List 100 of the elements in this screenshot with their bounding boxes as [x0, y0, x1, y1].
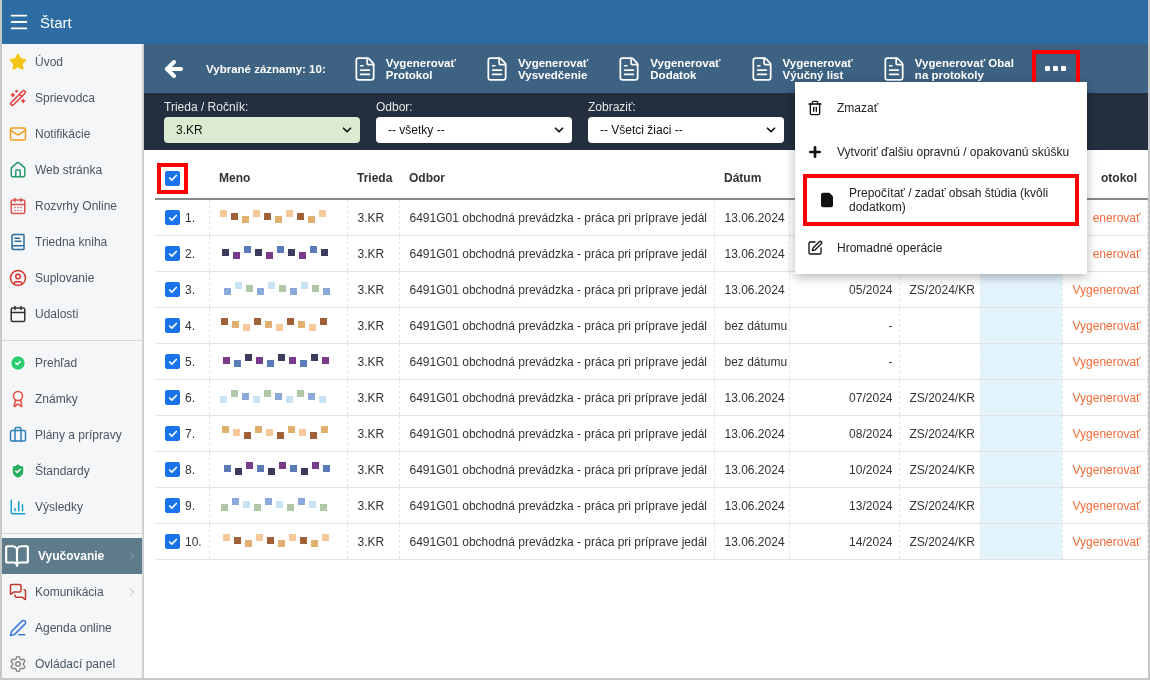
- row-number: 1.: [185, 210, 195, 225]
- table-cell: 10/2024: [849, 462, 893, 477]
- column-header: otokol: [1101, 171, 1137, 185]
- table-cell: 6491G01 obchodná prevádzka - práca pri príprave jedál: [409, 534, 708, 549]
- generate-button[interactable]: Vygenerovať Protokol: [351, 55, 456, 82]
- calendar-icon: [9, 197, 27, 215]
- briefcase-icon: [9, 426, 27, 444]
- sidebar-item[interactable]: Suplovanie: [2, 260, 142, 296]
- plus-icon: [807, 144, 823, 160]
- row-checkbox[interactable]: [165, 210, 180, 225]
- check-icon: [167, 248, 178, 259]
- filter-label: Trieda / Ročník:: [164, 100, 250, 114]
- check-icon: [167, 392, 178, 403]
- column-header: Trieda: [357, 171, 393, 185]
- sidebar-item[interactable]: Notifikácie: [2, 116, 142, 152]
- chat-bubbles-icon: [9, 583, 27, 601]
- sidebar-item[interactable]: Agenda online: [2, 610, 142, 646]
- shield-check-icon: [9, 462, 27, 480]
- row-checkbox[interactable]: [165, 498, 180, 513]
- table-cell: 13.06.2024: [724, 426, 785, 441]
- menu-item[interactable]: Hromadné operácie: [795, 226, 1087, 270]
- row-checkbox[interactable]: [165, 246, 180, 261]
- menu-item[interactable]: Vytvoriť ďalšiu opravnú / opakovanú skúšku: [795, 130, 1087, 174]
- generate-button[interactable]: Vygenerovať Výučný list: [748, 55, 853, 82]
- check-icon: [167, 536, 178, 547]
- table-cell: 13.06.2024: [724, 462, 785, 477]
- table-cell: -: [888, 354, 893, 369]
- column-header: Odbor: [409, 171, 445, 185]
- check-icon: [167, 212, 178, 223]
- table-cell: 13.06.2024: [724, 246, 785, 261]
- generate-button[interactable]: Vygenerovať Dodatok: [616, 55, 721, 82]
- table-cell: ZS/2024/KR: [909, 462, 975, 477]
- table-cell: 3.KR: [357, 246, 385, 261]
- sidebar-item[interactable]: Sprievodca: [2, 80, 142, 116]
- edit-icon: [807, 240, 823, 256]
- column-header: Dátum: [724, 171, 762, 185]
- filter-select[interactable]: 3.KR: [164, 117, 360, 143]
- table-cell: 13.06.2024: [724, 534, 785, 549]
- check-icon: [167, 464, 178, 475]
- table-cell: 3.KR: [357, 498, 385, 513]
- settings-icon: [9, 655, 27, 673]
- table-cell: 3.KR: [357, 534, 385, 549]
- magic-wand-icon: [9, 89, 27, 107]
- row-number: 5.: [185, 354, 195, 369]
- pen-icon: [9, 619, 27, 637]
- book-icon: [9, 233, 27, 251]
- check-circle-icon: [9, 354, 27, 372]
- table-cell: bez dátumu: [724, 354, 788, 369]
- menu-item[interactable]: Prepočítať / zadať obsah štúdia (kvôli dodatkom): [803, 174, 1079, 226]
- table-cell: 6491G01 obchodná prevádzka - práca pri príprave jedál: [409, 354, 708, 369]
- check-icon: [167, 284, 178, 295]
- row-checkbox[interactable]: [165, 354, 180, 369]
- star-icon: [9, 53, 27, 71]
- table-cell: 13.06.2024: [724, 498, 785, 513]
- sidebar-item[interactable]: Vyučovanie: [2, 538, 142, 574]
- row-checkbox[interactable]: [165, 426, 180, 441]
- table-cell: 6491G01 obchodná prevádzka - práca pri príprave jedál: [409, 246, 708, 261]
- bar-chart-icon: [9, 498, 27, 516]
- table-cell: 13.06.2024: [724, 390, 785, 405]
- generate-button[interactable]: Vygenerovať Obal na protokoly: [880, 55, 1014, 82]
- table-cell: 6491G01 obchodná prevádzka - práca pri príprave jedál: [409, 282, 708, 297]
- filter-label: Odbor:: [376, 100, 414, 114]
- select-all-checkbox[interactable]: [165, 170, 180, 186]
- row-checkbox[interactable]: [165, 390, 180, 405]
- sidebar-item[interactable]: Udalosti: [2, 296, 142, 332]
- table-cell: 3.KR: [357, 390, 385, 405]
- sidebar-item[interactable]: Plány a prípravy: [2, 417, 142, 453]
- row-checkbox[interactable]: [165, 462, 180, 477]
- sidebar-item[interactable]: Web stránka: [2, 152, 142, 188]
- generate-button[interactable]: Vygenerovať Vysvedčenie: [484, 55, 589, 82]
- row-checkbox[interactable]: [165, 282, 180, 297]
- sidebar-item[interactable]: Štandardy: [2, 453, 142, 489]
- sidebar-item[interactable]: Výsledky: [2, 489, 142, 525]
- filter-select[interactable]: -- Všetci žiaci --: [588, 117, 784, 143]
- row-checkbox[interactable]: [165, 318, 180, 333]
- table-cell: 3.KR: [357, 354, 385, 369]
- sidebar-item[interactable]: Ovládací panel: [2, 646, 142, 680]
- table-cell: 3.KR: [357, 462, 385, 477]
- table-cell: ZS/2024/KR: [909, 534, 975, 549]
- envelope-icon: [9, 125, 27, 143]
- selected-count: Vybrané záznamy: 10:: [206, 62, 326, 75]
- sidebar-item[interactable]: Komunikácia: [2, 574, 142, 610]
- check-icon: [167, 428, 178, 439]
- sidebar-item[interactable]: Úvod: [2, 44, 142, 80]
- sidebar-item[interactable]: Triedna kniha: [2, 224, 142, 260]
- row-number: 4.: [185, 318, 195, 333]
- table-cell: 6491G01 obchodná prevádzka - práca pri príprave jedál: [409, 318, 708, 333]
- sidebar-item[interactable]: Prehľad: [2, 345, 142, 381]
- sidebar-item[interactable]: Rozvrhy Online: [2, 188, 142, 224]
- table-cell: 6491G01 obchodná prevádzka - práca pri príprave jedál: [409, 462, 708, 477]
- filter-select[interactable]: -- všetky --: [376, 117, 572, 143]
- row-checkbox[interactable]: [165, 534, 180, 549]
- check-icon: [167, 356, 178, 367]
- table-cell: 6491G01 obchodná prevádzka - práca pri príprave jedál: [409, 390, 708, 405]
- menu-item[interactable]: Zmazať: [795, 86, 1087, 130]
- sidebar-item[interactable]: Známky: [2, 381, 142, 417]
- table-cell: 3.KR: [357, 318, 385, 333]
- table-cell: 6491G01 obchodná prevádzka - práca pri príprave jedál: [409, 210, 708, 225]
- file-icon: [819, 192, 835, 208]
- table-cell: 13/2024: [849, 498, 893, 513]
